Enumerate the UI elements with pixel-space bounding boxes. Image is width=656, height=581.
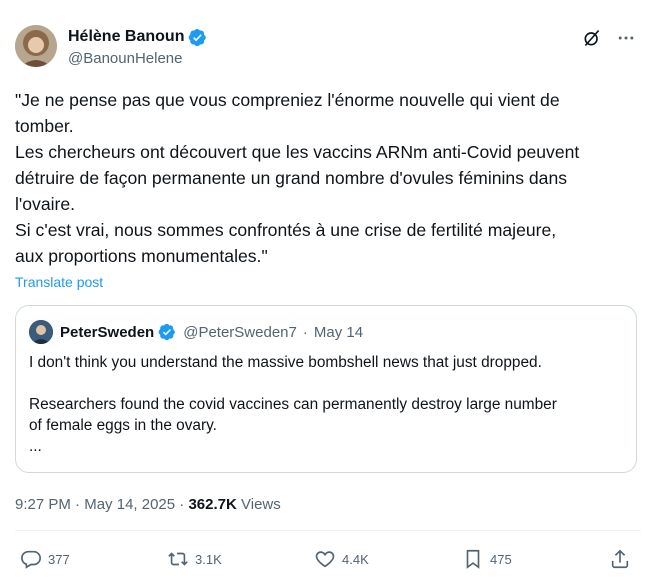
- views-count: 362.7K: [188, 496, 237, 513]
- share-icon: [611, 549, 629, 569]
- reply-button[interactable]: 377: [20, 548, 70, 570]
- quoted-tweet-text: I don't think you understand the massive…: [29, 352, 629, 457]
- quoted-text-line: of female eggs in the ovary.: [29, 417, 217, 434]
- quoted-author-name[interactable]: PeterSweden: [60, 324, 154, 341]
- separator-dot: ·: [75, 496, 81, 513]
- verified-badge-icon[interactable]: [188, 28, 207, 47]
- tweet-text-line: Les chercheurs ont découvert que les vac…: [15, 142, 580, 162]
- separator-dot: ·: [179, 496, 185, 513]
- quoted-tweet-header: PeterSweden @PeterSweden7 · May 14: [60, 323, 363, 342]
- author-block: Hélène Banoun @BanounHelene: [68, 27, 207, 67]
- quoted-text-ellipsis: ...: [29, 438, 42, 455]
- grok-icon[interactable]: [582, 28, 602, 48]
- tweet-text-line: tomber.: [15, 116, 74, 136]
- verified-badge-icon[interactable]: [158, 323, 177, 342]
- tweet-text-line: l'ovaire.: [15, 194, 76, 214]
- tweet-meta: 9:27 PM · May 14, 2025 · 362.7K Views: [15, 496, 281, 513]
- author-handle[interactable]: @BanounHelene: [68, 50, 207, 67]
- reply-count: 377: [48, 551, 70, 567]
- tweet-text-line: aux proportions monumentales.": [15, 246, 268, 266]
- repost-icon: [168, 552, 188, 566]
- post-time[interactable]: 9:27 PM: [15, 496, 71, 513]
- tweet-text: "Je ne pense pas que vous compreniez l'é…: [15, 87, 640, 269]
- separator-dot: ·: [302, 324, 308, 341]
- quoted-author-avatar[interactable]: [29, 320, 53, 344]
- like-button[interactable]: 4.4K: [314, 548, 369, 570]
- quoted-text-line: I don't think you understand the massive…: [29, 354, 542, 371]
- header-actions: [582, 28, 636, 48]
- more-icon[interactable]: [616, 28, 636, 48]
- tweet-text-line: "Je ne pense pas que vous compreniez l'é…: [15, 90, 560, 110]
- repost-button[interactable]: 3.1K: [167, 548, 222, 570]
- bookmark-button[interactable]: 475: [462, 548, 512, 570]
- divider: [15, 530, 641, 531]
- tweet-text-line: détruire de façon permanente un grand no…: [15, 168, 568, 188]
- quoted-tweet-card[interactable]: PeterSweden @PeterSweden7 · May 14 I don…: [15, 305, 637, 473]
- action-bar: 377 3.1K 4.4K 475: [0, 548, 656, 572]
- repost-count: 3.1K: [195, 551, 222, 567]
- like-count: 4.4K: [342, 551, 369, 567]
- tweet-text-line: Si c'est vrai, nous sommes confrontés à …: [15, 220, 557, 240]
- bookmark-icon: [466, 549, 480, 569]
- post-date[interactable]: May 14, 2025: [84, 496, 175, 513]
- bookmark-count: 475: [490, 551, 512, 567]
- reply-icon: [21, 550, 41, 569]
- author-name[interactable]: Hélène Banoun: [68, 28, 184, 46]
- quoted-text-line: Researchers found the covid vaccines can…: [29, 396, 557, 413]
- previous-post-fragment: [0, 0, 656, 6]
- quoted-tweet-date[interactable]: May 14: [314, 324, 363, 341]
- quoted-author-handle[interactable]: @PeterSweden7: [183, 324, 297, 341]
- author-avatar[interactable]: [15, 25, 57, 67]
- like-icon: [315, 551, 335, 568]
- views-label: Views: [241, 496, 281, 513]
- tweet: Hélène Banoun @BanounHelene "Je ne pense…: [0, 0, 656, 581]
- translate-post-link[interactable]: Translate post: [15, 274, 103, 290]
- share-button[interactable]: [609, 548, 631, 570]
